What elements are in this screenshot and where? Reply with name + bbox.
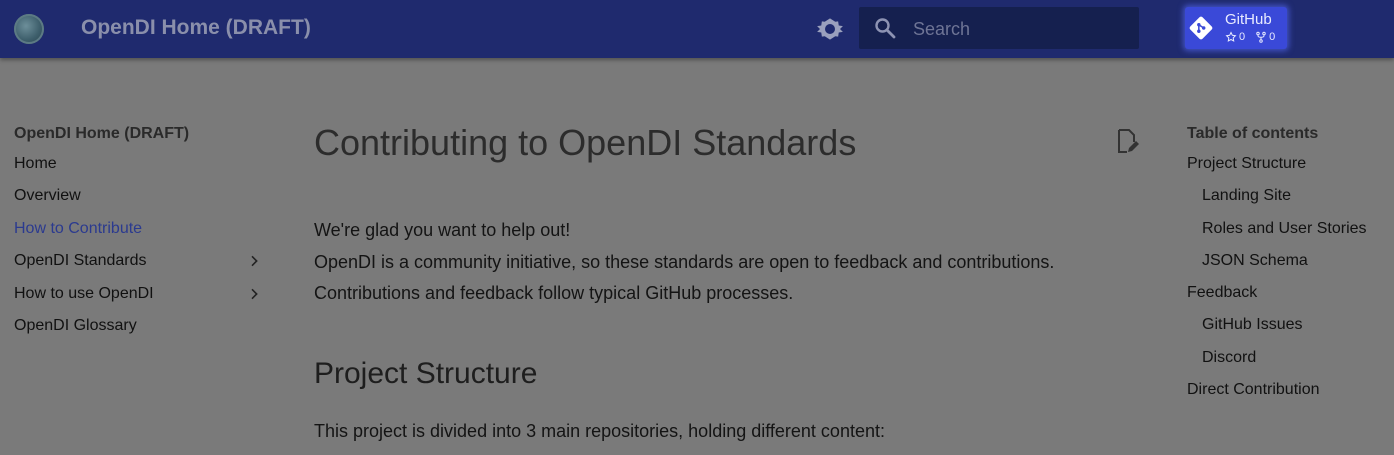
- main-content: Contributing to OpenDI Standards We're g…: [314, 118, 1144, 441]
- star-icon: [1225, 31, 1237, 42]
- nav-item-overview[interactable]: Overview: [14, 180, 274, 212]
- search-icon: [875, 18, 896, 39]
- git-icon: [1189, 16, 1213, 40]
- repo-name: GitHub: [1225, 11, 1272, 28]
- nav-item-label: OpenDI Standards: [14, 252, 147, 270]
- edit-page-icon[interactable]: [1115, 128, 1139, 154]
- intro-line: OpenDI is a community initiative, so the…: [314, 251, 1055, 272]
- nav-item-label: How to use OpenDI: [14, 284, 154, 302]
- chevron-right-icon: [251, 288, 258, 299]
- toc-item-project-structure[interactable]: Project Structure: [1187, 148, 1387, 180]
- table-of-contents: Table of contents Project Structure Land…: [1187, 120, 1387, 406]
- nav-item-home[interactable]: Home: [14, 148, 274, 180]
- toc-item-roles-and-user-stories[interactable]: Roles and User Stories: [1187, 213, 1387, 245]
- toc-item-discord[interactable]: Discord: [1187, 342, 1387, 374]
- brightness-icon: [817, 18, 843, 40]
- top-header: OpenDI Home (DRAFT) GitHub: [0, 0, 1394, 58]
- section-heading: Project Structure: [314, 357, 538, 390]
- intro-paragraph: We're glad you want to help out! OpenDI …: [314, 215, 1054, 310]
- search-input[interactable]: [911, 7, 1135, 51]
- chevron-right-icon: [251, 255, 258, 267]
- toc-item-feedback[interactable]: Feedback: [1187, 277, 1387, 309]
- repo-forks: 0: [1269, 31, 1276, 43]
- primary-nav: OpenDI Home (DRAFT) Home Overview How to…: [14, 120, 274, 342]
- nav-title: OpenDI Home (DRAFT): [14, 125, 190, 142]
- page-title: Contributing to OpenDI Standards: [314, 122, 857, 163]
- intro-line: We're glad you want to help out!: [314, 220, 571, 240]
- nav-item-how-to-use-opendi[interactable]: How to use OpenDI: [14, 278, 274, 310]
- repo-facts: 0 0: [1225, 31, 1275, 43]
- site-title: OpenDI Home (DRAFT): [81, 16, 311, 39]
- intro-line: Contributions and feedback follow typica…: [314, 283, 794, 303]
- site-logo[interactable]: [14, 14, 44, 44]
- theme-toggle-button[interactable]: [815, 14, 845, 44]
- nav-item-how-to-contribute[interactable]: How to Contribute: [14, 213, 274, 245]
- repo-stars: 0: [1239, 31, 1246, 43]
- toc-item-json-schema[interactable]: JSON Schema: [1187, 245, 1387, 277]
- nav-item-opendi-glossary[interactable]: OpenDI Glossary: [14, 310, 274, 342]
- toc-item-github-issues[interactable]: GitHub Issues: [1187, 309, 1387, 341]
- toc-title: Table of contents: [1187, 125, 1319, 142]
- github-repo-link[interactable]: GitHub 0 0: [1185, 7, 1287, 49]
- fork-icon: [1256, 31, 1266, 43]
- toc-item-landing-site[interactable]: Landing Site: [1187, 180, 1387, 212]
- toc-item-direct-contribution[interactable]: Direct Contribution: [1187, 374, 1387, 406]
- nav-item-opendi-standards[interactable]: OpenDI Standards: [14, 245, 274, 277]
- section-text: This project is divided into 3 main repo…: [314, 421, 885, 441]
- search-box[interactable]: [859, 7, 1139, 51]
